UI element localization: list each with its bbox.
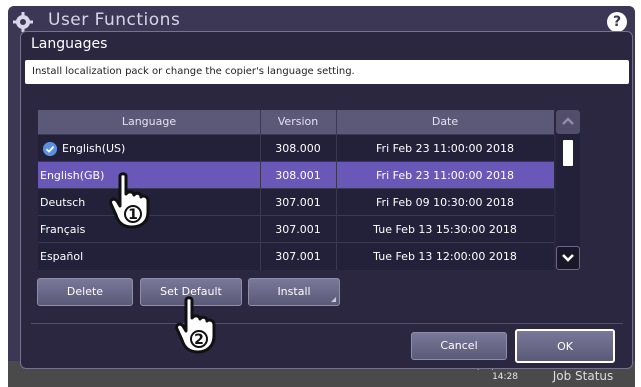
check-circle-icon xyxy=(43,142,57,156)
cell-version: 307.001 xyxy=(275,250,321,263)
install-button[interactable]: Install xyxy=(248,278,340,306)
scroll-thumb[interactable] xyxy=(563,140,573,166)
cell-date: Tue Feb 13 12:00:00 2018 xyxy=(373,250,517,263)
copier-screen: User Functions ? 05/16/2019 14:28 Job St… xyxy=(0,0,641,387)
pointing-hand-icon: 1 xyxy=(109,172,150,229)
cancel-button-label: Cancel xyxy=(440,339,478,352)
column-header-language: Language xyxy=(121,115,177,128)
delete-button-label: Delete xyxy=(66,285,104,298)
cell-version: 308.000 xyxy=(275,142,321,155)
cancel-button[interactable]: Cancel xyxy=(411,332,507,360)
cell-language: Español xyxy=(40,250,84,263)
table-scrollbar[interactable] xyxy=(556,110,580,270)
table-row[interactable]: Español 307.001 Tue Feb 13 12:00:00 2018 xyxy=(38,242,554,269)
table-row[interactable]: English(US) 308.000 Fri Feb 23 11:00:00 … xyxy=(38,134,554,161)
column-header-date: Date xyxy=(431,115,459,128)
ok-button[interactable]: OK xyxy=(515,329,615,363)
install-button-label: Install xyxy=(277,285,311,298)
cell-date: Fri Feb 09 10:30:00 2018 xyxy=(376,196,514,209)
column-divider xyxy=(336,110,337,270)
cell-version: 307.001 xyxy=(275,223,321,236)
gear-icon xyxy=(13,12,33,32)
cell-date: Fri Feb 23 11:00:00 2018 xyxy=(376,169,514,182)
help-button[interactable]: ? xyxy=(607,12,627,32)
scroll-up-button[interactable] xyxy=(556,110,580,134)
cell-date: Fri Feb 23 11:00:00 2018 xyxy=(376,142,514,155)
submenu-indicator-icon xyxy=(331,297,336,302)
cell-version: 307.001 xyxy=(275,196,321,209)
scroll-down-button[interactable] xyxy=(556,246,580,270)
chevron-down-icon xyxy=(562,254,574,262)
clock-time: 14:28 xyxy=(492,372,518,382)
delete-button[interactable]: Delete xyxy=(37,278,133,306)
table-header: Language Version Date xyxy=(38,110,554,134)
cell-date: Tue Feb 13 15:30:00 2018 xyxy=(373,223,517,236)
app-title: User Functions xyxy=(48,10,181,30)
ok-button-label: OK xyxy=(557,340,573,353)
dialog-description: Install localization pack or change the … xyxy=(25,60,629,84)
job-status-button[interactable]: Job Status xyxy=(544,366,622,387)
column-header-version: Version xyxy=(277,115,319,128)
divider xyxy=(31,323,623,324)
dialog-title: Languages xyxy=(31,36,108,52)
step-2-number: 2 xyxy=(194,332,204,348)
chevron-up-icon xyxy=(562,117,574,125)
pointing-hand-icon: 2 xyxy=(175,296,216,354)
cell-language: English(US) xyxy=(62,142,126,155)
cell-version: 308.001 xyxy=(275,169,321,182)
column-divider xyxy=(260,110,261,270)
step-1-number: 1 xyxy=(128,207,138,223)
